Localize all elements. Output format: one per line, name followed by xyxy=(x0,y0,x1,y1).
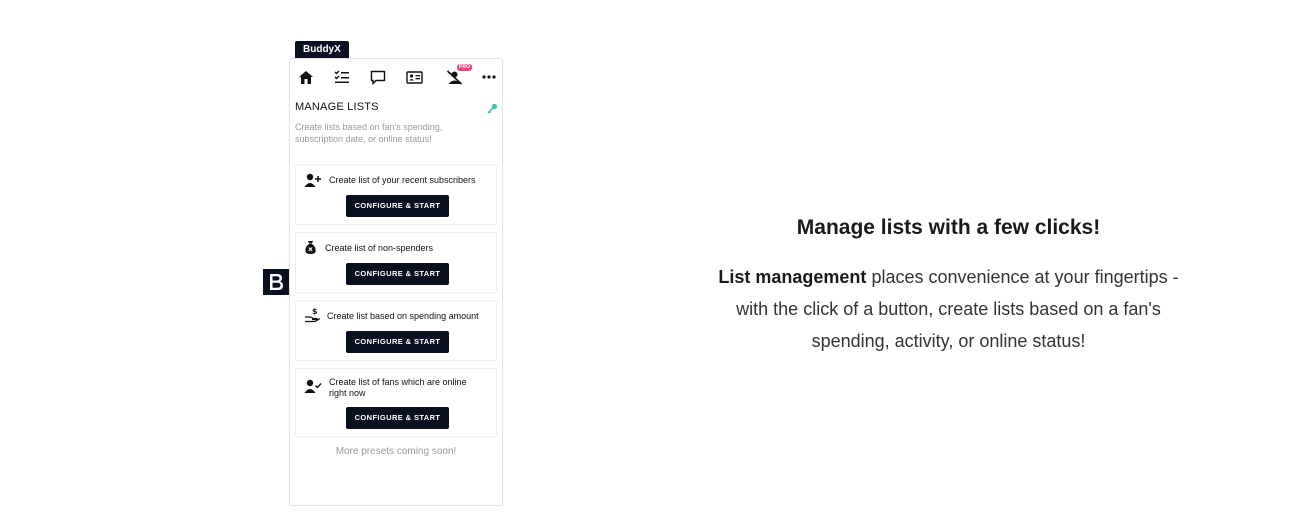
panel-title: MANAGE LISTS xyxy=(295,101,379,113)
more-icon[interactable] xyxy=(478,67,500,87)
logo-mark-icon xyxy=(270,274,283,290)
app-tag: BuddyX xyxy=(295,41,349,58)
more-presets-note: More presets coming soon! xyxy=(335,446,457,457)
toolbar: PRO xyxy=(290,59,502,95)
configure-start-button[interactable]: CONFIGURE & START xyxy=(346,407,449,429)
preset-label: Create list of fans which are online rig… xyxy=(329,377,467,398)
feature-description: List management places convenience at yo… xyxy=(700,261,1197,357)
hand-dollar-icon: $ xyxy=(304,307,321,328)
panel-subtitle: Create lists based on fan's spending, su… xyxy=(295,122,443,144)
home-icon[interactable] xyxy=(295,67,317,87)
chat-icon[interactable] xyxy=(367,67,389,87)
id-card-icon[interactable] xyxy=(403,67,425,87)
preset-card-spending-amount: $ Create list based on spending amount C… xyxy=(295,300,497,361)
user-off-icon[interactable]: PRO xyxy=(443,64,472,87)
feature-headline: Manage lists with a few clicks! xyxy=(796,216,1101,239)
configure-start-button[interactable]: CONFIGURE & START xyxy=(346,263,449,285)
pro-badge: PRO xyxy=(457,64,472,71)
preset-card-recent-subscribers: Create list of your recent subscribers C… xyxy=(295,164,497,225)
configure-start-button[interactable]: CONFIGURE & START xyxy=(346,195,449,217)
user-plus-icon xyxy=(304,173,322,193)
preset-card-non-spenders: Create list of non-spenders CONFIGURE & … xyxy=(295,232,497,293)
brand-logo[interactable] xyxy=(263,269,289,295)
preset-label: Create list of your recent subscribers xyxy=(329,175,476,185)
manage-lists-panel: PRO MANAGE LISTS Create lists based on f… xyxy=(289,58,503,506)
svg-text:$: $ xyxy=(312,307,318,316)
key-icon[interactable] xyxy=(487,101,498,119)
checklist-icon[interactable] xyxy=(331,67,353,87)
preset-card-online-now: Create list of fans which are online rig… xyxy=(295,368,497,437)
feature-emphasis: List management xyxy=(718,267,867,287)
preset-label: Create list based on spending amount xyxy=(327,311,479,321)
preset-label: Create list of non-spenders xyxy=(325,243,434,253)
money-bag-icon xyxy=(304,240,317,260)
configure-start-button[interactable]: CONFIGURE & START xyxy=(346,331,449,353)
user-check-icon xyxy=(304,379,322,399)
